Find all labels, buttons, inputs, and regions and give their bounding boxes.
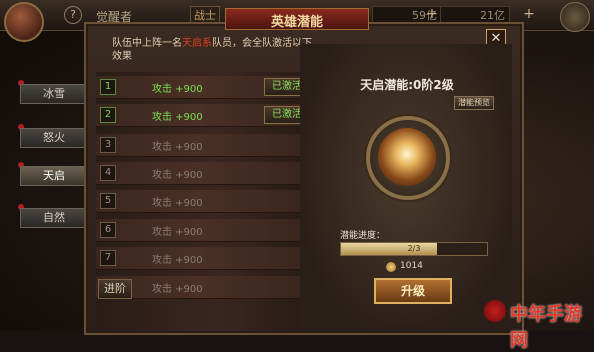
watermark-logo-icon — [484, 300, 506, 322]
revelation-orb-icon — [378, 128, 436, 186]
upgrade-cost: 1014 — [400, 261, 423, 271]
row-bonus: 攻击 +900 — [152, 170, 203, 181]
tab-nature[interactable]: 自然 — [20, 208, 88, 228]
progress-label: 潜能进度： — [340, 231, 386, 241]
tab-revelation[interactable]: 天启 — [20, 166, 88, 186]
potential-row: 6 攻击 +900 — [96, 219, 300, 242]
potential-row: 1 攻击 +900 已激活 — [96, 76, 310, 99]
potential-row: 5 攻击 +900 — [96, 190, 300, 213]
row-number: 4 — [100, 165, 116, 181]
element-highlight: 天启系 — [182, 38, 212, 49]
dialog-title: 英雄潜能 — [270, 15, 323, 30]
potential-row: 7 攻击 +900 — [96, 247, 300, 270]
progress-text: 2/3 — [407, 244, 421, 253]
settings-gear-icon[interactable] — [560, 2, 590, 32]
potential-progress-bar: 2/3 — [340, 242, 488, 256]
add-resource-2-icon[interactable]: + — [522, 7, 536, 21]
potential-row: 2 攻击 +900 已激活 — [96, 104, 310, 127]
row-number: 6 — [100, 222, 116, 238]
row-bonus: 攻击 +900 — [152, 84, 203, 95]
dialog-description: 队伍中上阵一名天启系队员，会全队激活以下效果 — [112, 38, 312, 62]
row-number: 1 — [100, 79, 116, 95]
potential-preview-button[interactable]: 潜能预览 — [454, 96, 494, 110]
help-icon[interactable]: ? — [64, 6, 82, 24]
row-number: 2 — [100, 107, 116, 123]
upgrade-button[interactable]: 升级 — [374, 278, 452, 304]
coin-icon — [386, 262, 396, 272]
row-bonus: 攻击 +900 — [152, 284, 203, 295]
dialog-title-banner: 英雄潜能 — [225, 8, 369, 30]
row-bonus: 攻击 +900 — [152, 142, 203, 153]
row-bonus: 攻击 +900 — [152, 112, 203, 123]
tab-fury[interactable]: 怒火 — [20, 128, 88, 148]
row-bonus: 攻击 +900 — [152, 227, 203, 238]
row-number: 3 — [100, 137, 116, 153]
advance-button[interactable]: 进阶 — [98, 279, 132, 299]
potential-row: 4 攻击 +900 — [96, 162, 300, 185]
row-bonus: 攻击 +900 — [152, 255, 203, 266]
tab-ice[interactable]: 冰雪 — [20, 84, 88, 104]
add-resource-1-icon[interactable]: + — [425, 7, 439, 21]
potential-level-title: 天启潜能:0阶2级 — [360, 78, 454, 92]
row-bonus: 攻击 +900 — [152, 198, 203, 209]
row-number: 5 — [100, 193, 116, 209]
watermark-text: 中年手游网 — [510, 304, 582, 351]
row-number: 7 — [100, 250, 116, 266]
player-avatar[interactable] — [4, 2, 44, 42]
potential-row: 3 攻击 +900 — [96, 134, 300, 157]
